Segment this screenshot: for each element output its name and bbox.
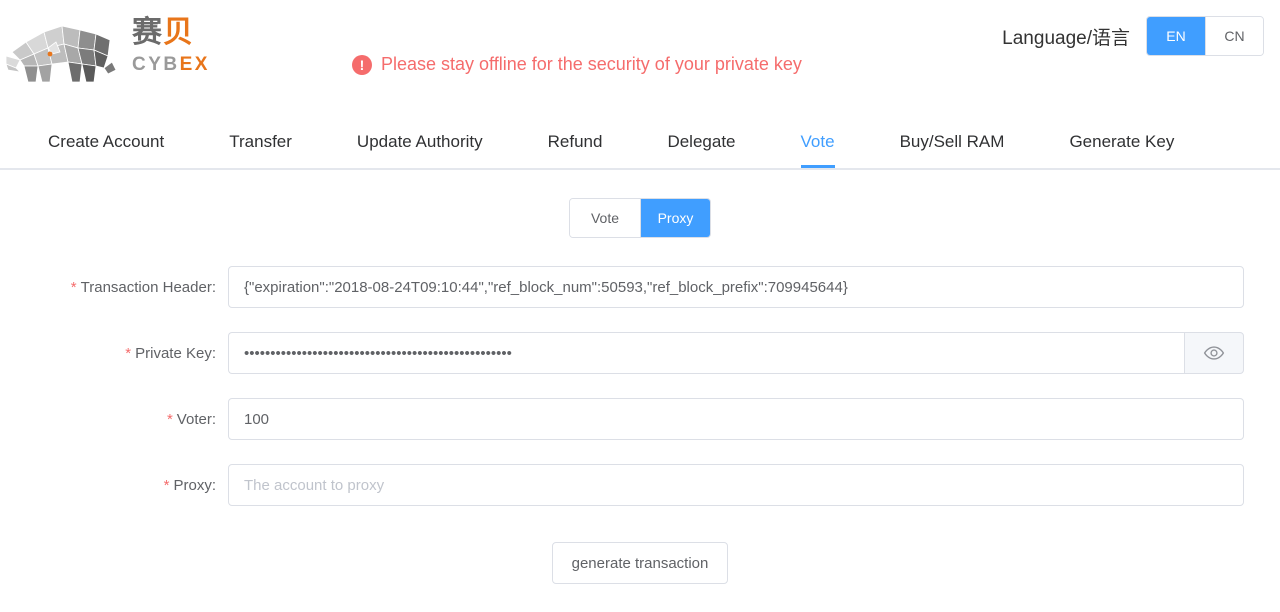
brand-wordmark: 赛贝 CYBEX — [132, 16, 210, 75]
nav-item-update-authority[interactable]: Update Authority — [357, 118, 483, 152]
voter-input[interactable] — [228, 398, 1244, 440]
brand-logo[interactable]: 赛贝 CYBEX — [4, 2, 210, 90]
language-switcher: Language/语言 EN CN — [1002, 16, 1264, 56]
brand-cn-orange: 贝 — [163, 16, 194, 49]
nav-item-transfer[interactable]: Transfer — [229, 118, 292, 152]
proxy-form: *Transaction Header: *Private Key: — [0, 266, 1280, 584]
exclamation-circle-icon: ! — [352, 54, 372, 75]
eye-icon — [1203, 346, 1225, 360]
required-asterisk: * — [125, 344, 132, 362]
private-key-label: * Private Key: — [0, 345, 228, 362]
nav-item-buy-sell-ram[interactable]: Buy/Sell RAM — [900, 118, 1005, 152]
main-nav: Create Account Transfer Update Authority… — [0, 118, 1280, 170]
security-warning-banner: ! Please stay offline for the security o… — [352, 54, 802, 75]
proxy-label-text: Proxy: — [173, 476, 216, 494]
nav-item-refund[interactable]: Refund — [548, 118, 603, 152]
language-button-group: EN CN — [1146, 16, 1264, 56]
nav-item-generate-key[interactable]: Generate Key — [1069, 118, 1174, 152]
private-key-label-text: Private Key: — [135, 344, 216, 362]
nav-item-vote[interactable]: Vote — [800, 118, 835, 168]
language-label: Language/语言 — [1002, 27, 1130, 49]
submit-row: generate transaction — [0, 542, 1280, 584]
form-row-private-key: * Private Key: — [0, 332, 1280, 374]
form-row-transaction-header: * Transaction Header: — [0, 266, 1280, 308]
brand-en-gray: CYB — [132, 54, 180, 75]
private-key-visibility-toggle[interactable] — [1184, 332, 1244, 374]
mode-button-vote[interactable]: Vote — [570, 199, 640, 237]
mode-button-proxy[interactable]: Proxy — [640, 199, 710, 237]
nav-item-delegate[interactable]: Delegate — [667, 118, 735, 152]
language-button-en[interactable]: EN — [1147, 17, 1205, 55]
brand-cn-gray: 赛 — [132, 16, 163, 49]
main-content: Vote Proxy *Transaction Header: *Private… — [0, 198, 1280, 584]
voter-label-text: Voter: — [176, 410, 216, 428]
form-row-proxy: * Proxy: — [0, 464, 1280, 506]
form-row-voter: * Voter: — [0, 398, 1280, 440]
transaction-header-label-text: Transaction Header: — [80, 278, 216, 296]
required-asterisk: * — [166, 410, 173, 428]
transaction-header-label: * Transaction Header: — [0, 279, 228, 296]
vote-mode-button-group: Vote Proxy — [569, 198, 711, 238]
security-warning-text: Please stay offline for the security of … — [381, 54, 802, 74]
generate-transaction-button[interactable]: generate transaction — [551, 542, 729, 584]
proxy-label: * Proxy: — [0, 477, 228, 494]
voter-label: * Voter: — [0, 411, 228, 428]
nav-item-create-account[interactable]: Create Account — [48, 118, 164, 152]
proxy-input[interactable] — [228, 464, 1244, 506]
private-key-input[interactable] — [228, 332, 1184, 374]
brand-en-orange: EX — [179, 54, 210, 75]
required-asterisk: * — [163, 476, 170, 494]
required-asterisk: * — [70, 278, 77, 296]
language-button-cn[interactable]: CN — [1205, 17, 1263, 55]
transaction-header-input[interactable] — [228, 266, 1244, 308]
rhino-logo-icon — [5, 25, 117, 83]
page-header: 赛贝 CYBEX ! Please stay offline for the s… — [0, 0, 1280, 118]
vote-mode-toggle: Vote Proxy — [0, 198, 1280, 238]
